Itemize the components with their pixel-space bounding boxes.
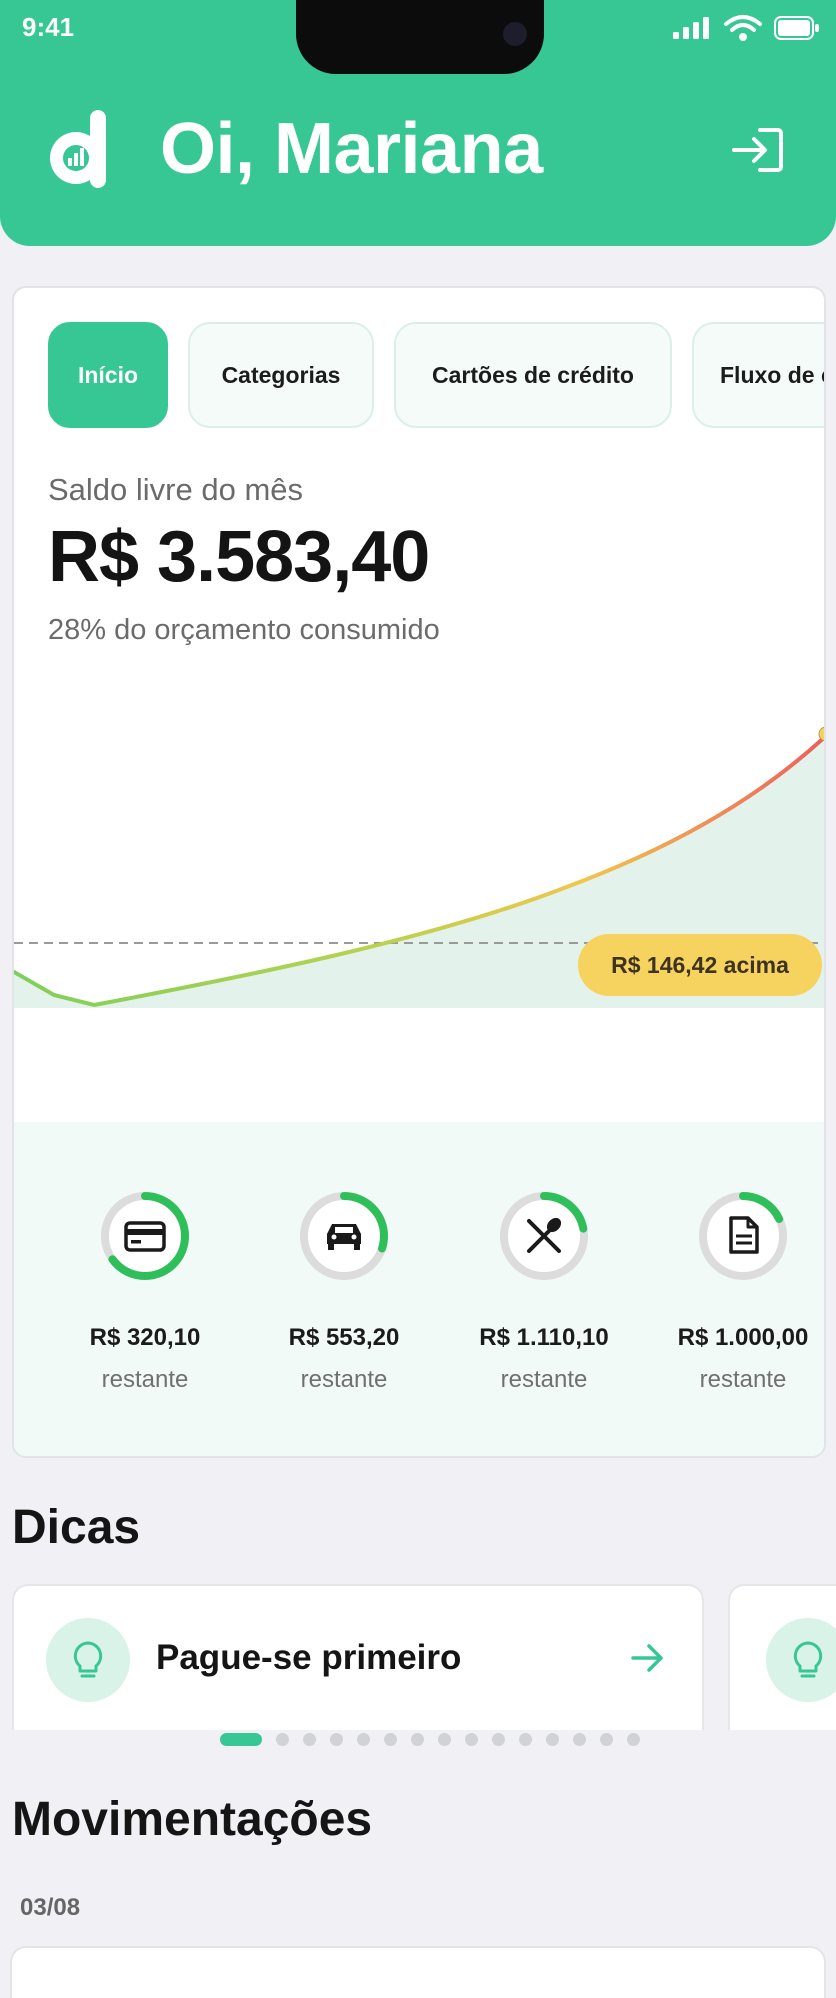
- overview-card: Início Categorias Cartões de crédito Flu…: [12, 286, 826, 1458]
- category-item[interactable]: R$ 1.000,00 restante: [648, 1190, 824, 1394]
- pagination-dot[interactable]: [303, 1733, 316, 1746]
- over-budget-badge: R$ 146,42 acima: [578, 934, 822, 996]
- pagination-dot[interactable]: [600, 1733, 613, 1746]
- pagination-dot[interactable]: [492, 1733, 505, 1746]
- movement-card[interactable]: [10, 1946, 826, 1998]
- tips-title: Dicas: [12, 1501, 141, 1554]
- movement-date: 03/08: [20, 1894, 81, 1921]
- pagination-dot[interactable]: [519, 1733, 532, 1746]
- tips-pagination[interactable]: [220, 1733, 640, 1746]
- signal-icon: [673, 17, 709, 39]
- status-icons: [672, 14, 820, 42]
- category-amount: R$ 553,20: [288, 1324, 400, 1351]
- category-amount: R$ 1.000,00: [677, 1324, 809, 1351]
- pagination-dot[interactable]: [465, 1733, 478, 1746]
- tab-bar: Início Categorias Cartões de crédito Flu…: [48, 322, 824, 428]
- budget-consumed-text: 28% do orçamento consumido: [48, 614, 440, 646]
- pagination-dot[interactable]: [220, 1733, 262, 1746]
- category-ring: [500, 1192, 588, 1280]
- category-sub: restante: [300, 1366, 388, 1393]
- pagination-dot[interactable]: [276, 1733, 289, 1746]
- pagination-dot[interactable]: [546, 1733, 559, 1746]
- category-sub: restante: [699, 1366, 787, 1393]
- category-ring: [699, 1192, 787, 1280]
- arrow-right-icon[interactable]: [630, 1642, 666, 1674]
- balance-label: Saldo livre do mês: [48, 472, 304, 507]
- category-ring: [300, 1192, 388, 1280]
- tip-card[interactable]: Pague-se primeiro: [12, 1584, 704, 1730]
- battery-icon: [774, 16, 819, 40]
- lightbulb-icon: [46, 1618, 130, 1702]
- tab-categorias[interactable]: Categorias: [188, 322, 374, 428]
- lightbulb-icon: [766, 1618, 836, 1702]
- pagination-dot[interactable]: [357, 1733, 370, 1746]
- camera-dot: [503, 22, 527, 46]
- category-amount: R$ 320,10: [89, 1324, 201, 1351]
- category-ring: [101, 1192, 189, 1280]
- pagination-dot[interactable]: [438, 1733, 451, 1746]
- tab-inicio[interactable]: Início: [48, 322, 168, 428]
- category-amount: R$ 1.110,10: [479, 1324, 609, 1351]
- wifi-icon: [724, 15, 762, 41]
- category-item[interactable]: R$ 320,10 restante: [50, 1190, 240, 1394]
- greeting-title: Oi, Mariana: [160, 109, 543, 189]
- balance-value: R$ 3.583,40: [48, 517, 430, 597]
- pagination-dot[interactable]: [627, 1733, 640, 1746]
- app-logo-icon: [50, 110, 106, 188]
- tab-cartoes[interactable]: Cartões de crédito: [394, 322, 672, 428]
- category-sub: restante: [101, 1366, 189, 1393]
- pagination-dot[interactable]: [411, 1733, 424, 1746]
- movements-title: Movimentações: [12, 1793, 373, 1846]
- status-time: 9:41: [22, 12, 75, 42]
- tip-text: Pague-se primeiro: [156, 1638, 462, 1677]
- tip-card-next[interactable]: [728, 1584, 836, 1730]
- pagination-dot[interactable]: [330, 1733, 343, 1746]
- categories-panel: R$ 320,10 restante R$ 553,20 restante R$…: [14, 1122, 824, 1456]
- pagination-dot[interactable]: [573, 1733, 586, 1746]
- logout-icon[interactable]: [730, 126, 784, 174]
- app-header: 9:41 Oi, Mariana: [0, 0, 836, 246]
- tab-fluxo[interactable]: Fluxo de c: [692, 322, 824, 428]
- pagination-dot[interactable]: [384, 1733, 397, 1746]
- category-item[interactable]: R$ 1.110,10 restante: [449, 1190, 639, 1394]
- category-sub: restante: [500, 1366, 588, 1393]
- category-item[interactable]: R$ 553,20 restante: [249, 1190, 439, 1394]
